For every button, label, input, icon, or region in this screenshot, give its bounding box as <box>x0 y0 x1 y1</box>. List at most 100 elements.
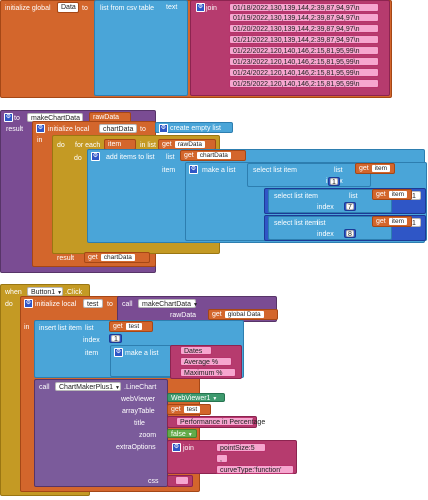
global-data-dropdown[interactable]: global Data <box>224 311 264 318</box>
button1-component-dropdown[interactable]: Button1 ▼ <box>27 287 63 296</box>
csv-row-2[interactable]: 01/19/2022,130,139,144,2:39,87,94,97\n <box>229 13 379 22</box>
csv-row-3[interactable]: 01/20/2022,130,139,144,2:39,87,94,97\n <box>229 24 379 33</box>
call2-label: call <box>39 384 50 391</box>
get-label: get <box>88 254 98 261</box>
item-dropdown[interactable]: item <box>371 165 391 172</box>
get-label: get <box>376 191 386 198</box>
get-chartData-result-block[interactable]: get chartData <box>84 252 150 263</box>
extraoptions-join-block[interactable]: ⚙ join pointSize:5 , curveType:'function… <box>167 440 297 474</box>
create-empty-list-block[interactable]: ⚙ create empty list <box>155 122 233 133</box>
item-dropdown[interactable]: item <box>388 191 408 198</box>
test-dropdown-2[interactable]: test <box>183 406 201 413</box>
local-test-gear-icon[interactable]: ⚙ <box>24 299 33 308</box>
button1-label: Button1 <box>31 289 56 296</box>
csv-row-8[interactable]: 01/25/2022,120,140,146,2:15,81,95,99\n <box>229 79 379 88</box>
chartData-dropdown[interactable]: chartData <box>196 152 231 159</box>
csv-row-7[interactable]: 01/24/2022,120,140,146,2:15,81,95,99\n <box>229 68 379 77</box>
zoom-value: false <box>171 431 186 438</box>
get-item-block-2[interactable]: get item <box>372 189 412 200</box>
label-dates[interactable]: Dates <box>180 346 212 355</box>
index-value-1[interactable]: 1 <box>330 178 338 186</box>
item-dropdown[interactable]: item <box>388 218 408 225</box>
list-label: list <box>334 167 343 174</box>
in-label: in <box>24 324 30 331</box>
list-from-csv-table-label: list from csv table <box>100 5 155 12</box>
get-chartData-block[interactable]: get chartData <box>180 150 246 161</box>
local-var-chartData[interactable]: chartData <box>99 124 137 133</box>
css-value[interactable] <box>175 476 189 485</box>
get-test-arraytable-block[interactable]: get test <box>167 404 211 415</box>
dropdown-caret-icon: ▼ <box>115 385 120 391</box>
webviewer-value: WebViewer1 <box>171 395 211 402</box>
local-to-label: to <box>140 126 146 133</box>
option-curvetype[interactable]: curveType:'function' <box>216 465 294 474</box>
label-average[interactable]: Average % <box>180 357 232 366</box>
item-param-label: item <box>85 350 99 357</box>
list-gear-icon[interactable]: ⚙ <box>159 124 168 133</box>
option-pointsize[interactable]: pointSize:5 <box>216 443 266 452</box>
add-items-gear-icon[interactable]: ⚙ <box>91 152 100 161</box>
get-label: get <box>212 311 222 318</box>
text-join-block[interactable]: ⚙ join 01/18/2022,130,139,144,2:39,87,94… <box>190 0 390 96</box>
make-list-gear-icon[interactable]: ⚙ <box>189 165 198 174</box>
join-gear-icon[interactable]: ⚙ <box>172 443 181 452</box>
make-list-gear-icon[interactable]: ⚙ <box>114 348 123 357</box>
text-param-label: text <box>166 4 178 11</box>
do-label: do <box>5 301 13 308</box>
procedure-to-label: to <box>14 115 20 122</box>
get-global-data-block[interactable]: get global Data <box>208 309 278 320</box>
arraytable-param-label: arrayTable <box>122 408 155 415</box>
item-param-label: item <box>162 167 176 174</box>
in-label: in <box>37 137 43 144</box>
do-label: do <box>57 142 65 149</box>
chart-title-value[interactable]: Performance in Percentage <box>176 417 265 426</box>
option-comma[interactable]: , <box>216 454 228 463</box>
csv-row-4[interactable]: 01/21/2022,130,139,144,2:39,87,94,97\n <box>229 35 379 44</box>
dropdown-caret-icon: ▼ <box>187 432 193 438</box>
call-label: call <box>122 301 133 308</box>
zoom-false-block[interactable]: false ▼ <box>167 429 197 438</box>
get-item-block-3[interactable]: get item <box>372 216 412 227</box>
param-rawData-label: rawData <box>93 114 120 121</box>
index-value-8[interactable]: 8 <box>346 230 354 238</box>
initialize-local-label: initialize local <box>35 301 77 308</box>
make-a-list-label: make a list <box>202 167 236 174</box>
index-value-7[interactable]: 7 <box>346 203 354 211</box>
list-label: list <box>349 193 358 200</box>
dropdown-caret-icon: ▼ <box>192 302 198 308</box>
initialize-global-label: initialize global <box>5 5 51 12</box>
list-param-label: list <box>85 325 94 332</box>
csv-row-6[interactable]: 01/23/2022,120,140,146,2:15,81,95,99\n <box>229 57 379 66</box>
csv-row-5[interactable]: 01/22/2022,120,140,146,2:15,81,95,99\n <box>229 46 379 55</box>
call-linechart-block[interactable]: call ChartMakerPlus1 ▼ .LineChart webVie… <box>34 379 168 487</box>
chartData-dropdown-2[interactable]: chartData <box>100 254 135 261</box>
join-label: join <box>183 445 194 452</box>
label-maximum[interactable]: Maximum % <box>180 368 236 377</box>
insert-list-item-label: insert list item <box>39 325 82 332</box>
select-list-item-label: select list item <box>274 220 318 227</box>
title-param-label: title <box>134 420 145 427</box>
procedure-gear-icon[interactable]: ⚙ <box>4 113 13 122</box>
create-empty-list-label: create empty list <box>170 125 221 132</box>
test-dropdown[interactable]: test <box>125 323 143 330</box>
chart-component-dropdown[interactable]: ChartMakerPlus1 ▼ <box>55 382 121 391</box>
get-label: get <box>171 406 181 413</box>
css-param-label: css <box>148 478 159 485</box>
rawData-dropdown[interactable]: rawData <box>174 141 205 148</box>
call-proc-dropdown[interactable]: makeChartData ▼ <box>138 299 198 308</box>
mutator-gear-icon[interactable]: ⚙ <box>196 3 205 12</box>
get-label: get <box>162 141 172 148</box>
rawData-param-label: rawData <box>170 312 197 319</box>
get-item-block-1[interactable]: get item <box>355 163 395 174</box>
select-list-item-label: select list item <box>274 193 318 200</box>
select-list-item-1-block[interactable]: select list item list index <box>247 163 371 187</box>
local-var-test[interactable]: test <box>83 299 103 308</box>
webviewer-component-block[interactable]: WebViewer1 ▼ <box>167 393 225 402</box>
get-test-block[interactable]: get test <box>109 321 153 332</box>
list-from-csv-table-block[interactable]: list from csv table <box>94 0 188 96</box>
global-var-name[interactable]: Data <box>57 2 79 13</box>
local-gear-icon[interactable]: ⚙ <box>36 124 45 133</box>
initialize-local-label: initialize local <box>48 126 90 133</box>
csv-row-1[interactable]: 01/18/2022,130,139,144,2:39,87,94,97\n <box>229 3 379 12</box>
insert-index-value[interactable]: 1 <box>111 335 120 343</box>
